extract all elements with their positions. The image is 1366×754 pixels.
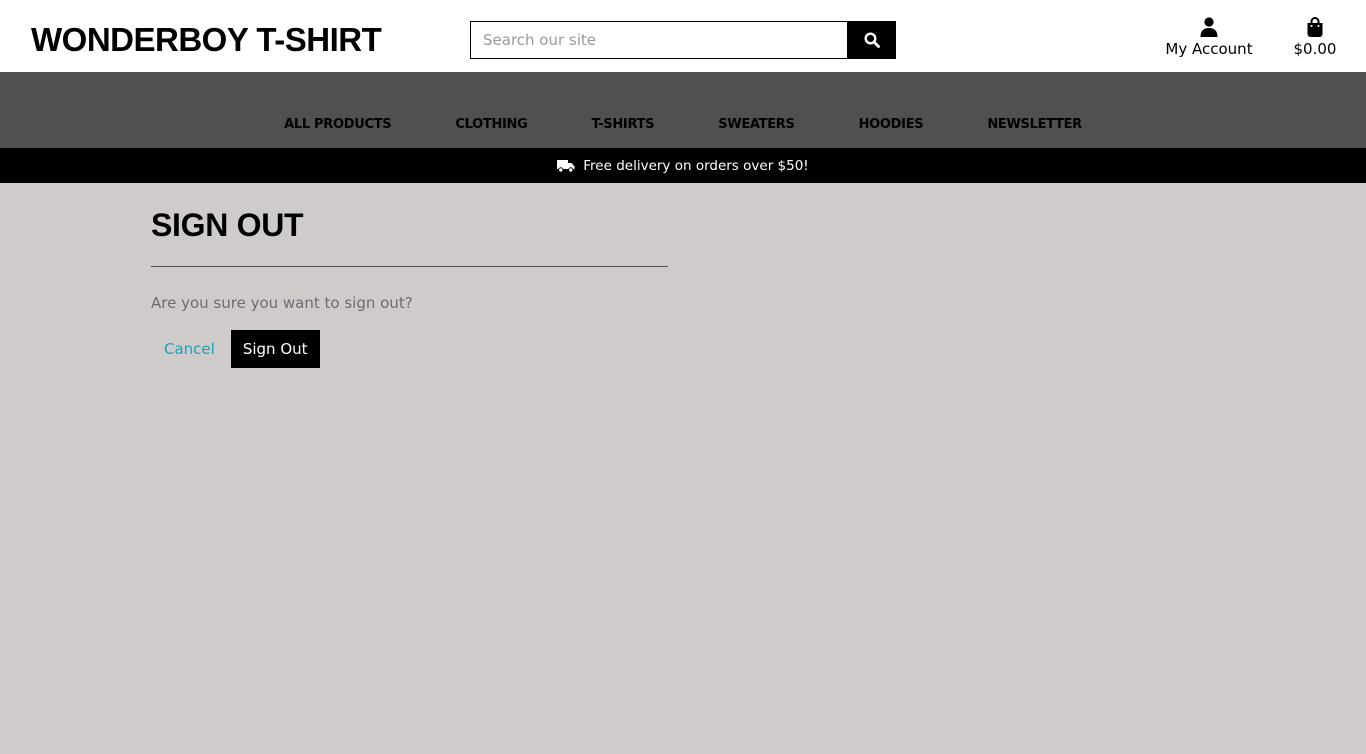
sign-out-actions: Cancel Sign Out <box>151 330 668 368</box>
search-form <box>470 21 896 59</box>
truck-icon <box>557 159 575 173</box>
my-account-link[interactable]: My Account <box>1165 17 1253 58</box>
title-divider <box>151 266 668 267</box>
nav-item-t-shirts[interactable]: T-SHIRTS <box>560 117 687 132</box>
search-icon <box>863 32 880 48</box>
user-icon <box>1200 17 1218 37</box>
sign-out-panel: SIGN OUT Are you sure you want to sign o… <box>151 205 668 368</box>
shopping-bag-icon <box>1307 17 1323 37</box>
delivery-banner-text: Free delivery on orders over $50! <box>583 157 809 174</box>
sign-out-confirm-message: Are you sure you want to sign out? <box>151 294 413 312</box>
search-input[interactable] <box>470 21 847 59</box>
nav-item-sweaters[interactable]: SWEATERS <box>686 117 826 132</box>
bag-total: $0.00 <box>1293 40 1337 58</box>
nav-item-all-products[interactable]: ALL PRODUCTS <box>252 117 423 132</box>
nav-list: ALL PRODUCTS CLOTHING T-SHIRTS SWEATERS … <box>0 117 1366 132</box>
shopping-bag-link[interactable]: $0.00 <box>1290 17 1340 58</box>
my-account-label: My Account <box>1165 40 1253 58</box>
page-title: SIGN OUT <box>151 207 304 243</box>
site-header: WONDERBOY T-SHIRT My Account $0.00 <box>0 0 1366 72</box>
sign-out-button[interactable]: Sign Out <box>230 330 320 368</box>
delivery-banner: Free delivery on orders over $50! <box>0 148 1366 183</box>
cancel-link[interactable]: Cancel <box>151 330 228 368</box>
site-logo[interactable]: WONDERBOY T-SHIRT <box>31 20 382 60</box>
main-nav: ALL PRODUCTS CLOTHING T-SHIRTS SWEATERS … <box>0 72 1366 148</box>
nav-item-clothing[interactable]: CLOTHING <box>423 117 559 132</box>
nav-item-hoodies[interactable]: HOODIES <box>827 117 956 132</box>
search-button[interactable] <box>847 21 896 59</box>
nav-item-newsletter[interactable]: NEWSLETTER <box>955 117 1114 132</box>
